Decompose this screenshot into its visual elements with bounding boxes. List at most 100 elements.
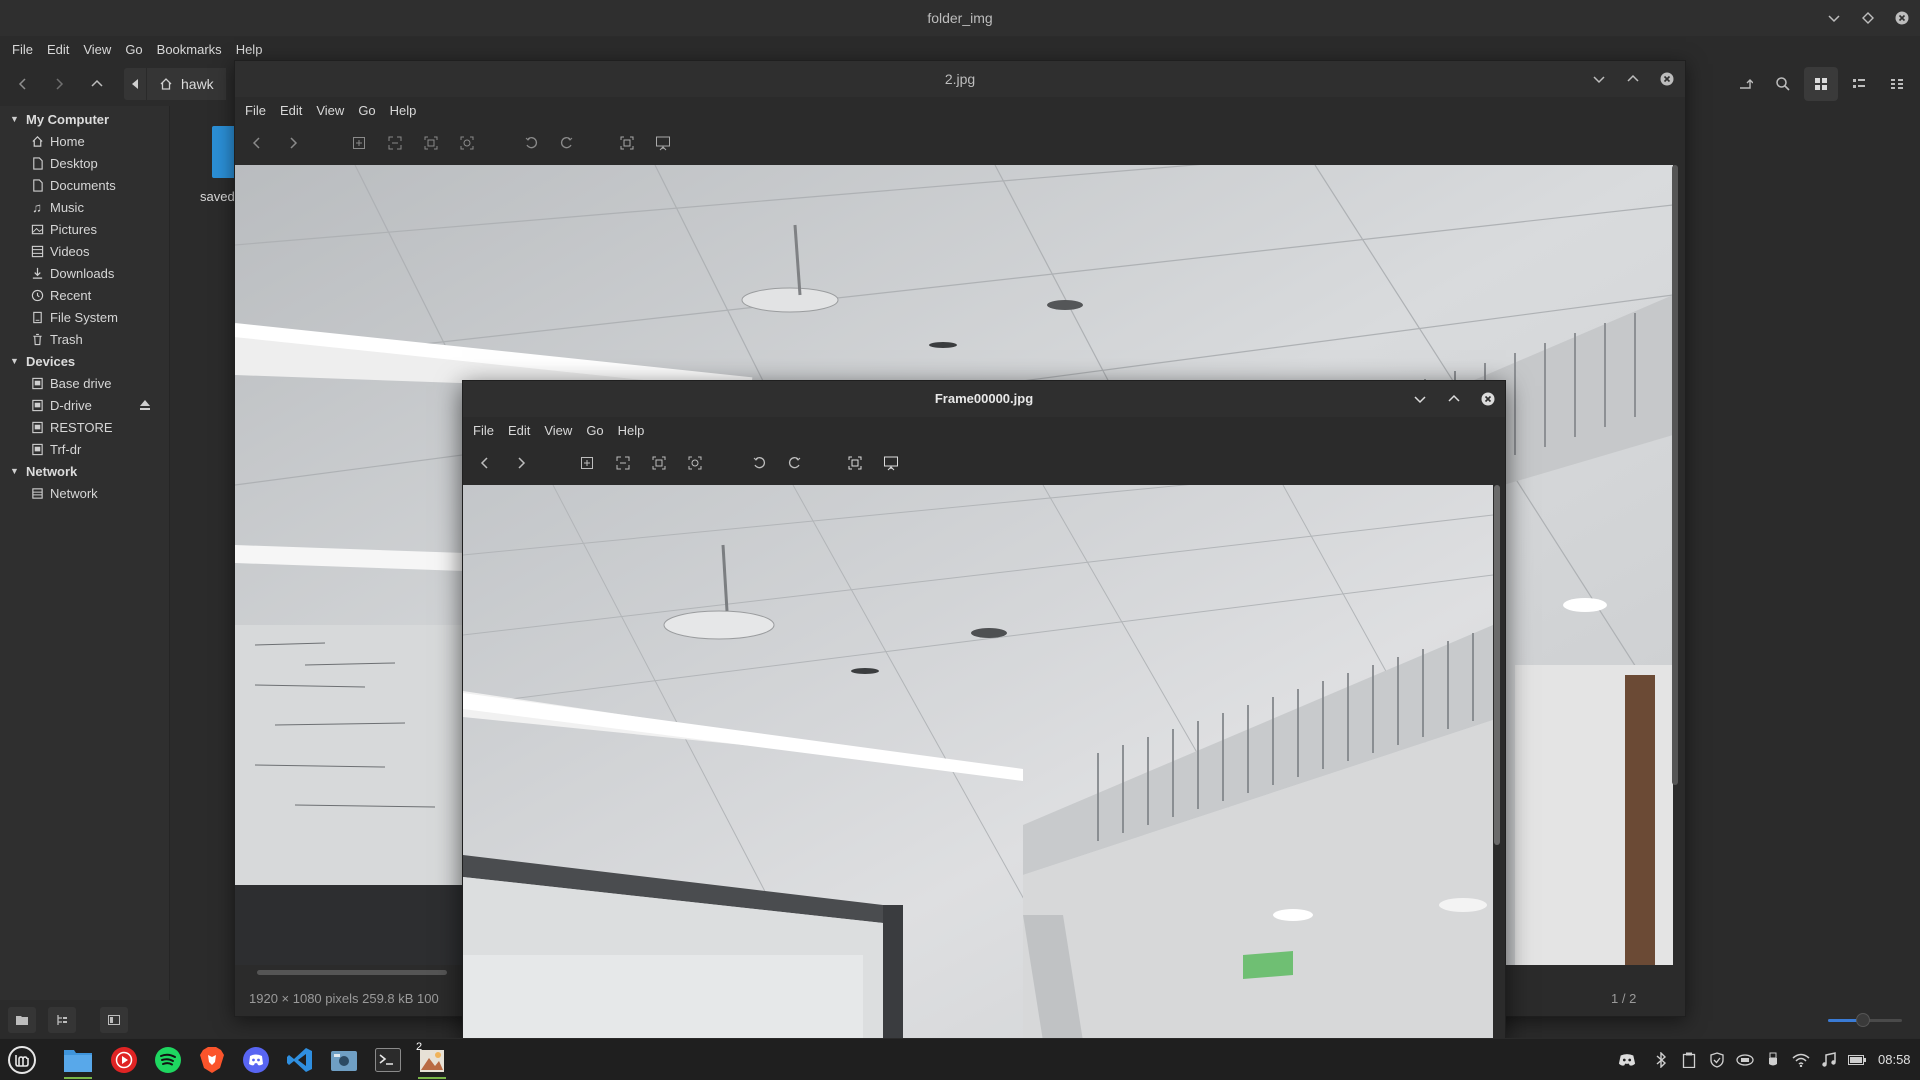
previous-image-button[interactable] [245,131,269,155]
best-fit-button[interactable] [455,131,479,155]
image-canvas[interactable] [463,485,1493,1039]
path-home-button[interactable]: hawk [146,68,226,100]
brave-app[interactable] [194,1043,230,1077]
list-view-button[interactable] [1842,67,1876,101]
folder-icon[interactable] [212,126,236,178]
show-places-button[interactable] [8,1007,36,1033]
sidebar-item-videos[interactable]: Videos [30,240,165,262]
zoom-out-button[interactable] [611,451,635,475]
menu-edit[interactable]: Edit [502,423,536,438]
bluetooth-icon[interactable] [1652,1051,1670,1069]
sidebar-item-network[interactable]: Network [30,482,165,504]
section-my-computer[interactable]: ▼ My Computer [10,108,109,130]
menu-edit[interactable]: Edit [41,42,75,57]
menu-view[interactable]: View [310,103,350,118]
rotate-left-button[interactable] [747,451,771,475]
slideshow-button[interactable] [879,451,903,475]
vertical-scrollbar[interactable] [1494,485,1500,845]
sidebar-item-recent[interactable]: Recent [30,284,165,306]
eject-button[interactable] [138,398,152,412]
menu-file[interactable]: File [239,103,272,118]
fullscreen-button[interactable] [843,451,867,475]
sidebar-item-base-drive[interactable]: Base drive [30,372,165,394]
usb-icon[interactable] [1764,1051,1782,1069]
close-button[interactable] [1655,67,1679,91]
sidebar-item-downloads[interactable]: Downloads [30,262,165,284]
screenshot-app[interactable] [326,1043,362,1077]
forward-button[interactable] [42,67,76,101]
terminal-app[interactable] [370,1043,406,1077]
image-viewer-app[interactable]: 2 [414,1041,450,1079]
close-button[interactable] [1890,6,1914,30]
clipboard-icon[interactable] [1680,1051,1698,1069]
icon-view-button[interactable] [1804,67,1838,101]
menu-view[interactable]: View [77,42,117,57]
shield-icon[interactable] [1708,1051,1726,1069]
battery-icon[interactable] [1848,1051,1866,1069]
up-button[interactable] [80,67,114,101]
menu-go[interactable]: Go [580,423,609,438]
cpu-icon[interactable] [1736,1051,1754,1069]
spotify-app[interactable] [150,1043,186,1077]
previous-image-button[interactable] [473,451,497,475]
sidebar-item-restore[interactable]: RESTORE [30,416,165,438]
files-app[interactable] [60,1043,96,1079]
wifi-icon[interactable] [1792,1051,1810,1069]
section-devices[interactable]: ▼ Devices [10,350,75,372]
menu-go[interactable]: Go [352,103,381,118]
minimize-button[interactable] [1408,387,1432,411]
show-tree-button[interactable] [48,1007,76,1033]
next-image-button[interactable] [509,451,533,475]
normal-size-button[interactable] [419,131,443,155]
zoom-in-button[interactable] [575,451,599,475]
folder-label[interactable]: saved [200,189,235,204]
minimize-button[interactable] [1587,67,1611,91]
menu-help[interactable]: Help [230,42,269,57]
sidebar-item-pictures[interactable]: Pictures [30,218,165,240]
toggle-sidebar-button[interactable] [100,1007,128,1033]
rotate-right-button[interactable] [555,131,579,155]
rotate-right-button[interactable] [783,451,807,475]
menu-help[interactable]: Help [384,103,423,118]
youtube-music-app[interactable] [106,1043,142,1077]
sidebar-item-home[interactable]: Home [30,130,165,152]
sidebar-item-file-system[interactable]: File System [30,306,165,328]
maximize-button[interactable] [1442,387,1466,411]
close-button[interactable] [1476,387,1500,411]
menu-edit[interactable]: Edit [274,103,308,118]
clock[interactable]: 08:58 [1878,1052,1911,1067]
zoom-slider-handle[interactable] [1856,1013,1870,1027]
vscode-app[interactable] [282,1043,318,1077]
menu-bookmarks[interactable]: Bookmarks [151,42,228,57]
menu-file[interactable]: File [467,423,500,438]
zoom-out-button[interactable] [383,131,407,155]
next-image-button[interactable] [281,131,305,155]
menu-button[interactable] [4,1043,40,1077]
toggle-location-button[interactable] [1728,67,1762,101]
path-back-button[interactable] [124,68,146,100]
menu-help[interactable]: Help [612,423,651,438]
maximize-button[interactable] [1856,6,1880,30]
sidebar-item-music[interactable]: ♫ Music [30,196,165,218]
vertical-scrollbar[interactable] [1672,165,1678,785]
sidebar-item-desktop[interactable]: Desktop [30,152,165,174]
menu-go[interactable]: Go [119,42,148,57]
best-fit-button[interactable] [683,451,707,475]
compact-view-button[interactable] [1880,67,1914,101]
rotate-left-button[interactable] [519,131,543,155]
section-network[interactable]: ▼ Network [10,460,77,482]
sidebar-item-documents[interactable]: Documents [30,174,165,196]
sidebar-item-trash[interactable]: Trash [30,328,165,350]
horizontal-scrollbar[interactable] [257,970,447,975]
fullscreen-button[interactable] [615,131,639,155]
slideshow-button[interactable] [651,131,675,155]
menu-file[interactable]: File [6,42,39,57]
normal-size-button[interactable] [647,451,671,475]
back-button[interactable] [6,67,40,101]
search-button[interactable] [1766,67,1800,101]
sidebar-item-trf-dr[interactable]: Trf-dr [30,438,165,460]
discord-app[interactable] [238,1043,274,1077]
maximize-button[interactable] [1621,67,1645,91]
discord-tray-icon[interactable] [1618,1051,1636,1069]
music-tray-icon[interactable] [1820,1051,1838,1069]
